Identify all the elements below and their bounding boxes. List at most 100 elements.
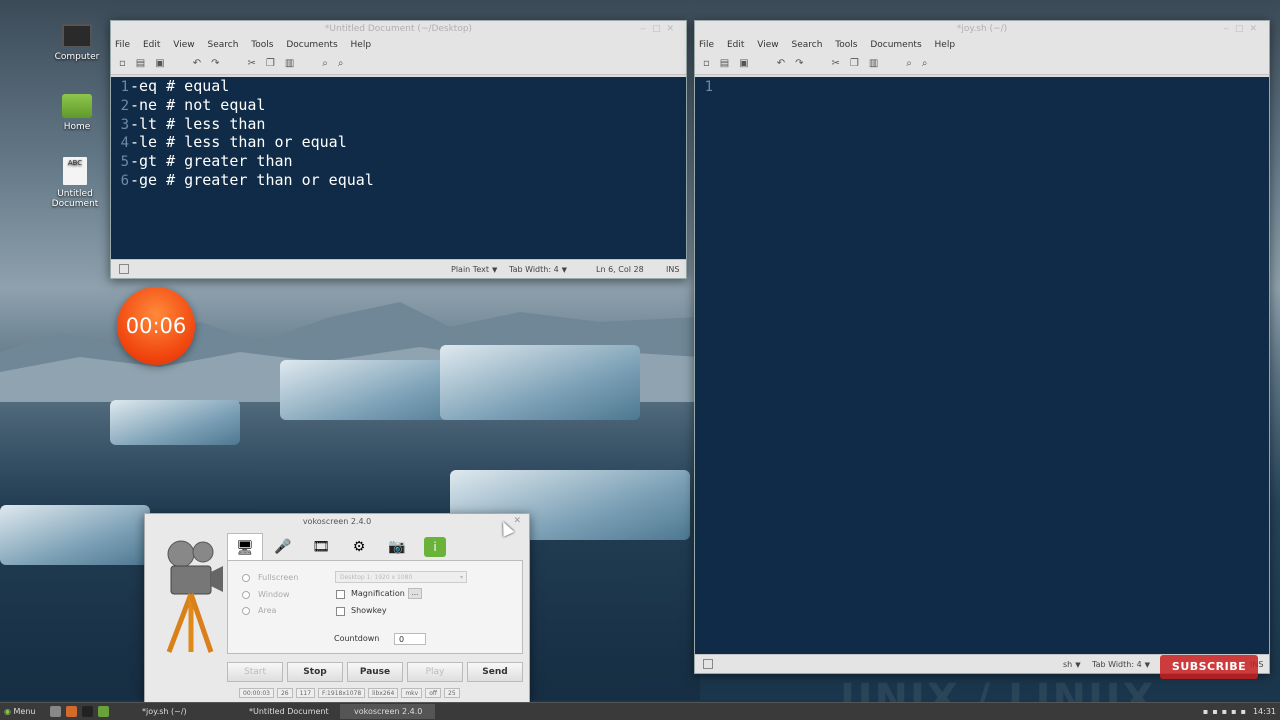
- code-line: 1-eq # equal: [111, 77, 686, 96]
- menu-documents[interactable]: Documents: [286, 40, 337, 50]
- tab-video[interactable]: 🎞: [303, 533, 339, 561]
- open-file-icon[interactable]: ▤: [136, 58, 145, 69]
- redo-icon[interactable]: ↷: [211, 58, 219, 69]
- editor-window-untitled[interactable]: *Untitled Document (~/Desktop) ‒□✕ File …: [110, 20, 687, 279]
- code-line: 6-ge # greater than or equal: [111, 171, 686, 190]
- browser-icon[interactable]: [66, 706, 77, 717]
- desktop-icon[interactable]: [50, 706, 61, 717]
- redo-icon[interactable]: ↷: [795, 58, 803, 69]
- syntax-selector[interactable]: Plain Text ▼: [451, 260, 497, 280]
- taskbar-item-joy-sh[interactable]: *joy.sh (~/): [128, 704, 228, 719]
- menu-file[interactable]: File: [115, 40, 130, 50]
- desktop-icon-home[interactable]: Home: [37, 94, 117, 132]
- send-button[interactable]: Send: [467, 662, 523, 682]
- desktop-icon-computer[interactable]: Computer: [37, 24, 117, 62]
- side-panel-toggle[interactable]: [119, 264, 129, 274]
- menu-search[interactable]: Search: [207, 40, 238, 50]
- play-button[interactable]: Play: [407, 662, 463, 682]
- subscribe-badge[interactable]: SUBSCRIBE: [1160, 655, 1258, 679]
- tab-settings[interactable]: ⚙: [341, 533, 377, 561]
- paste-icon[interactable]: ▥: [869, 58, 878, 69]
- cut-icon[interactable]: ✂: [831, 58, 839, 69]
- tab-screen[interactable]: 🖥: [227, 533, 263, 561]
- tab-width-selector[interactable]: Tab Width: 4 ▼: [509, 260, 567, 280]
- cut-icon[interactable]: ✂: [247, 58, 255, 69]
- syntax-selector[interactable]: sh ▼: [1063, 655, 1081, 675]
- toolbar: ▫ ▤ ▣ ↶ ↷ ✂ ❐ ▥ ⌕ ⌕: [111, 53, 686, 75]
- window-controls[interactable]: ‒□✕: [1223, 21, 1263, 37]
- desktop-icon-untitled-document[interactable]: ABC Untitled Document: [35, 157, 115, 209]
- menu-edit[interactable]: Edit: [143, 40, 160, 50]
- start-menu-button[interactable]: ◉ Menu: [4, 703, 36, 720]
- window-titlebar[interactable]: *Untitled Document (~/Desktop) ‒□✕: [111, 21, 686, 37]
- find-icon[interactable]: ⌕: [906, 58, 912, 69]
- window-title: *Untitled Document (~/Desktop): [324, 24, 473, 34]
- copy-icon[interactable]: ❐: [266, 58, 275, 69]
- taskbar-item-vokoscreen[interactable]: vokoscreen 2.4.0: [340, 704, 435, 719]
- menu-bar: File Edit View Search Tools Documents He…: [111, 37, 686, 53]
- area-radio[interactable]: [242, 607, 250, 615]
- chevron-down-icon: ▼: [1075, 661, 1081, 669]
- replace-icon[interactable]: ⌕: [922, 58, 928, 69]
- countdown-spinbox[interactable]: 0: [394, 633, 426, 645]
- editor-window-joy-sh[interactable]: *joy.sh (~/) ‒□✕ File Edit View Search T…: [694, 20, 1270, 674]
- paste-icon[interactable]: ▥: [285, 58, 294, 69]
- showkey-checkbox[interactable]: [336, 607, 345, 616]
- code-line: 5-gt # greater than: [111, 152, 686, 171]
- tab-webcam[interactable]: 📷: [379, 533, 415, 561]
- magnification-checkbox[interactable]: [336, 590, 345, 599]
- files-icon[interactable]: [98, 706, 109, 717]
- gear-icon: ⚙: [352, 539, 366, 555]
- side-panel-toggle[interactable]: [703, 659, 713, 669]
- save-file-icon[interactable]: ▣: [155, 58, 164, 69]
- tab-info[interactable]: i: [417, 533, 453, 561]
- new-file-icon[interactable]: ▫: [119, 58, 126, 69]
- pause-button[interactable]: Pause: [347, 662, 403, 682]
- menu-help[interactable]: Help: [935, 40, 956, 50]
- undo-icon[interactable]: ↶: [193, 58, 201, 69]
- mint-logo-icon: ◉: [4, 707, 11, 716]
- screen-settings-panel: Fullscreen Window Area Desktop 1: 1920 x…: [227, 560, 523, 654]
- menu-file[interactable]: File: [699, 40, 714, 50]
- replace-icon[interactable]: ⌕: [338, 58, 344, 69]
- start-button[interactable]: Start: [227, 662, 283, 682]
- code-line: 2-ne # not equal: [111, 96, 686, 115]
- fullscreen-radio[interactable]: [242, 574, 250, 582]
- copy-icon[interactable]: ❐: [850, 58, 859, 69]
- menu-search[interactable]: Search: [791, 40, 822, 50]
- line-number: 1: [120, 79, 129, 95]
- menu-view[interactable]: View: [173, 40, 194, 50]
- close-icon[interactable]: ✕: [513, 516, 521, 526]
- save-file-icon[interactable]: ▣: [739, 58, 748, 69]
- new-file-icon[interactable]: ▫: [703, 58, 710, 69]
- line-text: -ge # greater than or equal: [130, 170, 374, 189]
- magnification-options-button[interactable]: ...: [408, 588, 422, 599]
- menu-help[interactable]: Help: [351, 40, 372, 50]
- window-titlebar[interactable]: *joy.sh (~/) ‒□✕: [695, 21, 1269, 37]
- desktop-icon-label: Untitled Document: [51, 189, 99, 209]
- display-select[interactable]: Desktop 1: 1920 x 1080 ▾: [335, 571, 467, 583]
- taskbar-item-untitled-document[interactable]: *Untitled Document ...: [235, 704, 335, 719]
- menu-view[interactable]: View: [757, 40, 778, 50]
- find-icon[interactable]: ⌕: [322, 58, 328, 69]
- tab-audio[interactable]: 🎤: [265, 533, 301, 561]
- window-radio[interactable]: [242, 591, 250, 599]
- text-editor-area[interactable]: 1: [695, 77, 1269, 655]
- text-editor-area[interactable]: 1-eq # equal 2-ne # not equal 3-lt # les…: [111, 77, 686, 261]
- menu-tools[interactable]: Tools: [835, 40, 857, 50]
- tab-width-selector[interactable]: Tab Width: 4 ▼: [1092, 655, 1150, 675]
- system-tray[interactable]: ▪▪▪▪▪: [1203, 703, 1250, 720]
- terminal-icon[interactable]: [82, 706, 93, 717]
- open-file-icon[interactable]: ▤: [720, 58, 729, 69]
- window-controls[interactable]: ‒□✕: [640, 21, 680, 37]
- menu-tools[interactable]: Tools: [251, 40, 273, 50]
- quick-launch: [50, 706, 109, 717]
- menu-edit[interactable]: Edit: [727, 40, 744, 50]
- vokoscreen-window[interactable]: vokoscreen 2.4.0 ✕ 🖥 🎤 🎞 ⚙ 📷 i Fullscree…: [144, 513, 530, 703]
- line-text: -lt # less than: [130, 114, 266, 133]
- stop-button[interactable]: Stop: [287, 662, 343, 682]
- window-title: vokoscreen 2.4.0: [302, 517, 372, 526]
- line-number: 4: [120, 135, 129, 152]
- menu-documents[interactable]: Documents: [870, 40, 921, 50]
- undo-icon[interactable]: ↶: [777, 58, 785, 69]
